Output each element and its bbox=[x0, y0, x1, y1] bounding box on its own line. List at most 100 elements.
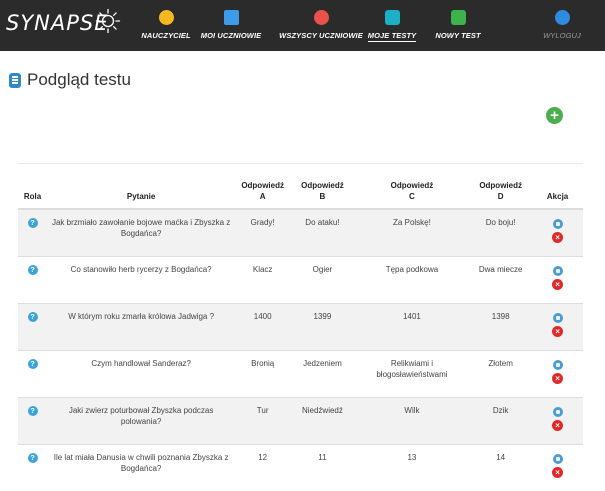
question-role-icon[interactable]: ? bbox=[28, 359, 38, 369]
cell-odpowiedz-b: Ogier bbox=[290, 257, 355, 304]
header-odpowiedz-d: Odpowiedź D bbox=[469, 164, 532, 210]
question-role-icon[interactable]: ? bbox=[28, 218, 38, 228]
cell-odpowiedz-c: Relikwiami i błogosławieństwami bbox=[355, 351, 469, 398]
nav-label: MOI UCZNIOWIE bbox=[201, 31, 261, 40]
nav-item-nauczyciel[interactable]: NAUCZYCIEL bbox=[140, 0, 192, 51]
delete-icon[interactable]: × bbox=[552, 279, 563, 290]
cell-pytanie: Co stanowiło herb rycerzy z Bogdańca? bbox=[47, 257, 235, 304]
header-odpowiedz-c: Odpowiedź C bbox=[355, 164, 469, 210]
cell-rola: ? bbox=[18, 398, 47, 445]
cell-odpowiedz-a: Bronią bbox=[235, 351, 290, 398]
header-b-line2: B bbox=[320, 192, 326, 201]
cell-odpowiedz-a: 12 bbox=[235, 445, 290, 491]
cell-odpowiedz-d: Do boju! bbox=[469, 209, 532, 257]
cell-odpowiedz-a: 1400 bbox=[235, 304, 290, 351]
cell-odpowiedz-d: 14 bbox=[469, 445, 532, 491]
header-odpowiedz-a: OdpowiedźA bbox=[235, 164, 290, 210]
tests-icon bbox=[385, 10, 400, 25]
edit-icon[interactable] bbox=[553, 313, 563, 323]
header-pytanie: Pytanie bbox=[47, 164, 235, 210]
cell-odpowiedz-a: Klacz bbox=[235, 257, 290, 304]
header-akcja: Akcja bbox=[532, 164, 583, 210]
question-role-icon[interactable]: ? bbox=[28, 406, 38, 416]
delete-icon[interactable]: × bbox=[552, 420, 563, 431]
nav-item-moje-testy[interactable]: MOJE TESTY bbox=[368, 0, 416, 51]
cell-akcja: × bbox=[532, 398, 583, 445]
action-group: × bbox=[536, 452, 579, 478]
cell-akcja: × bbox=[532, 445, 583, 491]
cell-odpowiedz-d: Dwa miecze bbox=[469, 257, 532, 304]
cell-odpowiedz-c: Wilk bbox=[355, 398, 469, 445]
delete-icon[interactable]: × bbox=[552, 467, 563, 478]
nav-item-nowy-test[interactable]: NOWY TEST bbox=[434, 0, 482, 51]
cell-akcja: × bbox=[532, 209, 583, 257]
cell-odpowiedz-d: Dzik bbox=[469, 398, 532, 445]
header-d-line2: D bbox=[498, 192, 504, 201]
cell-odpowiedz-a: Grady! bbox=[235, 209, 290, 257]
question-role-icon[interactable]: ? bbox=[28, 265, 38, 275]
document-icon bbox=[9, 73, 21, 88]
cell-odpowiedz-c: Za Polskę! bbox=[355, 209, 469, 257]
nav-item-moi-uczniowie[interactable]: MOI UCZNIOWIE bbox=[200, 0, 262, 51]
question-role-icon[interactable]: ? bbox=[28, 312, 38, 322]
nav-label: MOJE TESTY bbox=[368, 31, 417, 42]
new-test-icon bbox=[451, 10, 466, 25]
delete-icon[interactable]: × bbox=[552, 373, 563, 384]
nav-item-wyloguj[interactable]: WYLOGUJ bbox=[540, 0, 584, 51]
page-title: Podgląd testu bbox=[9, 70, 131, 90]
edit-icon[interactable] bbox=[553, 266, 563, 276]
cell-odpowiedz-c: Tępa podkowa bbox=[355, 257, 469, 304]
header-c-line1: Odpowiedź bbox=[391, 181, 434, 190]
edit-icon[interactable] bbox=[553, 360, 563, 370]
cell-odpowiedz-c: 1401 bbox=[355, 304, 469, 351]
cell-pytanie: Ile lat miała Danusia w chwili poznania … bbox=[47, 445, 235, 491]
cell-odpowiedz-a: Tur bbox=[235, 398, 290, 445]
nav-label: WSZYSCY UCZNIOWIE bbox=[279, 31, 363, 40]
add-question-button[interactable]: + bbox=[546, 107, 563, 124]
cell-pytanie: Jaki zwierz poturbował Zbyszka podczas p… bbox=[47, 398, 235, 445]
table-row: ? Jaki zwierz poturbował Zbyszka podczas … bbox=[18, 398, 583, 445]
header-c-line2: C bbox=[409, 192, 415, 201]
edit-icon[interactable] bbox=[553, 219, 563, 229]
edit-icon[interactable] bbox=[553, 407, 563, 417]
header-d-line1: Odpowiedź bbox=[479, 181, 522, 190]
cell-odpowiedz-b: 11 bbox=[290, 445, 355, 491]
cell-pytanie: Czym handlował Sanderaz? bbox=[47, 351, 235, 398]
header-rola: Rola bbox=[18, 164, 47, 210]
nav-label: WYLOGUJ bbox=[543, 31, 581, 40]
cell-odpowiedz-d: 1398 bbox=[469, 304, 532, 351]
cell-rola: ? bbox=[18, 351, 47, 398]
table-header-row: Rola Pytanie OdpowiedźA Odpowiedź B Odpow… bbox=[18, 164, 583, 210]
cell-pytanie: W którym roku zmarła królowa Jadwiga ? bbox=[47, 304, 235, 351]
question-role-icon[interactable]: ? bbox=[28, 453, 38, 463]
students-icon bbox=[224, 10, 239, 25]
cell-odpowiedz-b: Jedzeniem bbox=[290, 351, 355, 398]
header-b-line1: Odpowiedź bbox=[301, 181, 344, 190]
cell-odpowiedz-b: Do ataku! bbox=[290, 209, 355, 257]
cell-rola: ? bbox=[18, 209, 47, 257]
table-row: ? Jak brzmiało zawołanie bojowe maćka i Z… bbox=[18, 209, 583, 257]
logout-icon bbox=[555, 10, 570, 25]
page-title-text: Podgląd testu bbox=[27, 70, 131, 90]
cell-akcja: × bbox=[532, 257, 583, 304]
delete-icon[interactable]: × bbox=[552, 232, 563, 243]
all-students-icon bbox=[314, 10, 329, 25]
top-navbar: SYNAPSE NAUCZYCIEL MOI UCZNIOWIE WSZYSCY… bbox=[0, 0, 605, 51]
action-group: × bbox=[536, 405, 579, 431]
table-row: ? Ile lat miała Danusia w chwili poznania… bbox=[18, 445, 583, 491]
nav-label: NOWY TEST bbox=[435, 31, 480, 40]
nav-label: NAUCZYCIEL bbox=[141, 31, 190, 40]
nav-item-wszyscy-uczniowie[interactable]: WSZYSCY UCZNIOWIE bbox=[285, 0, 357, 51]
brand-logo-text[interactable]: SYNAPSE bbox=[6, 11, 109, 35]
cell-pytanie: Jak brzmiało zawołanie bojowe maćka i Zb… bbox=[47, 209, 235, 257]
cell-odpowiedz-d: Złotem bbox=[469, 351, 532, 398]
cell-odpowiedz-b: Niedźwiedź bbox=[290, 398, 355, 445]
action-group: × bbox=[536, 311, 579, 337]
table-row: ? Co stanowiło herb rycerzy z Bogdańca?Kl… bbox=[18, 257, 583, 304]
action-group: × bbox=[536, 264, 579, 290]
delete-icon[interactable]: × bbox=[552, 326, 563, 337]
edit-icon[interactable] bbox=[553, 454, 563, 464]
cell-odpowiedz-c: 13 bbox=[355, 445, 469, 491]
table-row: ? Czym handlował Sanderaz?BroniąJedzeniem… bbox=[18, 351, 583, 398]
action-group: × bbox=[536, 217, 579, 243]
